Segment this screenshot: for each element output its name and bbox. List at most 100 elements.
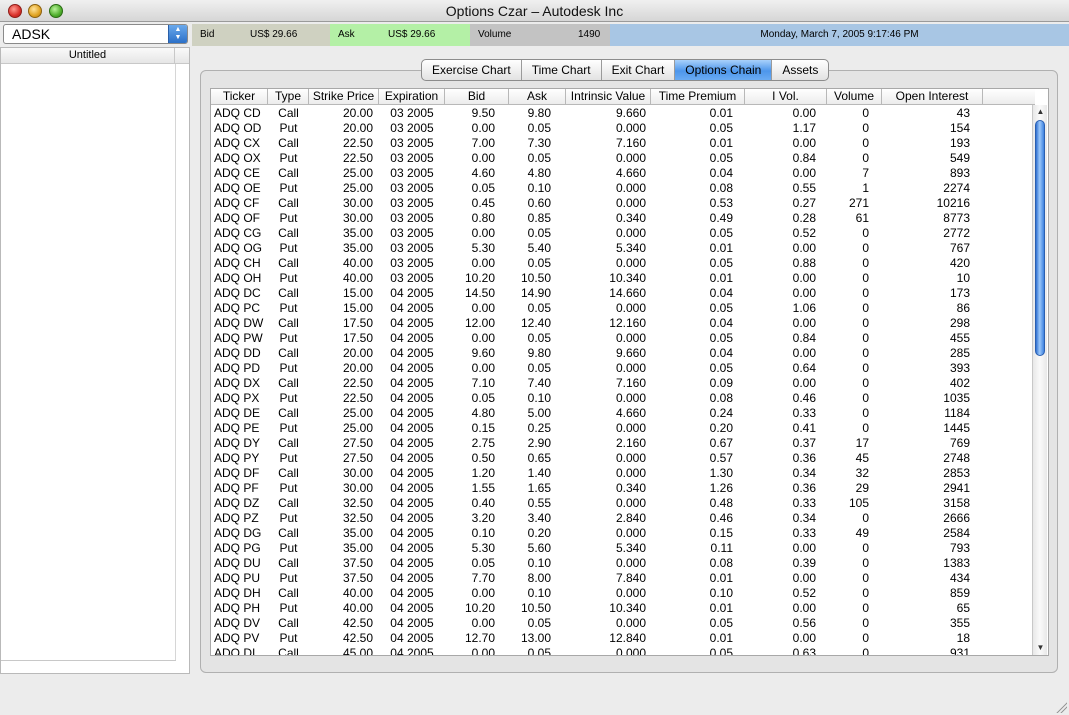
table-row[interactable]: ADQ OX Put 22.50 03 2005 0.00 0.05 0.000 0.05 0.… (211, 151, 1035, 166)
portfolio-list-header[interactable]: Untitled (1, 48, 189, 64)
scroll-thumb[interactable] (1035, 120, 1045, 356)
table-row[interactable]: ADQ OD Put 20.00 03 2005 0.00 0.05 0.000 0.05 1.… (211, 121, 1035, 136)
tab-assets[interactable]: Assets (772, 60, 828, 80)
table-row[interactable]: ADQ DG Call 35.00 04 2005 0.10 0.20 0.000 0.15 0… (211, 526, 1035, 541)
tab-options-chain[interactable]: Options Chain (675, 60, 773, 80)
table-row[interactable]: ADQ PX Put 22.50 04 2005 0.05 0.10 0.000 0.08 0.… (211, 391, 1035, 406)
table-cell: 04 2005 (390, 466, 434, 480)
table-cell: 8.00 (527, 571, 551, 585)
table-cell: Call (278, 316, 299, 330)
table-row[interactable]: ADQ PD Put 20.00 04 2005 0.00 0.05 0.000 0.05 0.… (211, 361, 1035, 376)
table-cell: 17.50 (342, 331, 373, 345)
table-cell: 12.160 (609, 316, 646, 330)
table-cell: 03 2005 (390, 181, 434, 195)
table-row[interactable]: ADQ DD Call 20.00 04 2005 9.60 9.80 9.660 0.04 0… (211, 346, 1035, 361)
column-header-strike-price[interactable]: Strike Price (309, 89, 379, 105)
table-cell: 0.340 (615, 211, 646, 225)
table-cell: 0.55 (527, 496, 551, 510)
up-down-arrows-icon[interactable]: ▲ ▼ (168, 25, 187, 43)
table-row[interactable]: ADQ DE Call 25.00 04 2005 4.80 5.00 4.660 0.24 0… (211, 406, 1035, 421)
table-row[interactable]: ADQ PH Put 40.00 04 2005 10.20 10.50 10.340 0.0… (211, 601, 1035, 616)
table-cell: 7.160 (615, 136, 646, 150)
table-cell: ADQ OD (214, 121, 262, 135)
column-header-filler (983, 89, 1035, 105)
table-cell: 0 (862, 571, 869, 585)
table-cell: 0.05 (709, 616, 733, 630)
table-row[interactable]: ADQ CH Call 40.00 03 2005 0.00 0.05 0.000 0.05 0… (211, 256, 1035, 271)
table-row[interactable]: ADQ CG Call 35.00 03 2005 0.00 0.05 0.000 0.05 0… (211, 226, 1035, 241)
table-cell: 9.80 (527, 106, 551, 120)
table-row[interactable]: ADQ DI Call 45.00 04 2005 0.00 0.05 0.000 0.05 0… (211, 646, 1035, 655)
window-resize-grip-icon[interactable] (1055, 701, 1067, 713)
table-row[interactable]: ADQ CD Call 20.00 03 2005 9.50 9.80 9.660 0.01 0… (211, 106, 1035, 121)
column-header-volume[interactable]: Volume (827, 89, 882, 105)
table-cell: 549 (949, 151, 970, 165)
table-row[interactable]: ADQ OG Put 35.00 03 2005 5.30 5.40 5.340 0.01 0.… (211, 241, 1035, 256)
symbol-select[interactable]: ADSK ▲ ▼ (3, 24, 188, 44)
table-cell: Call (278, 286, 299, 300)
tab-time-chart[interactable]: Time Chart (522, 60, 602, 80)
table-cell: 0.00 (792, 316, 816, 330)
options-chain-table[interactable]: Ticker Type Strike Price Expiration Bid Ask In… (210, 88, 1049, 656)
table-cell: 12.70 (464, 631, 495, 645)
table-cell: 03 2005 (390, 256, 434, 270)
tab-exercise-chart[interactable]: Exercise Chart (422, 60, 522, 80)
table-cell: 0 (862, 331, 869, 345)
table-cell: 0.000 (615, 616, 646, 630)
table-cell: 10.20 (464, 601, 495, 615)
table-row[interactable]: ADQ DU Call 37.50 04 2005 0.05 0.10 0.000 0.08 0… (211, 556, 1035, 571)
table-row[interactable]: ADQ PE Put 25.00 04 2005 0.15 0.25 0.000 0.20 0.… (211, 421, 1035, 436)
scroll-down-arrow-icon[interactable]: ▼ (1033, 641, 1048, 655)
table-row[interactable]: ADQ CF Call 30.00 03 2005 0.45 0.60 0.000 0.53 0… (211, 196, 1035, 211)
table-cell: 04 2005 (390, 556, 434, 570)
table-cell: 03 2005 (390, 151, 434, 165)
table-cell: 0.10 (709, 586, 733, 600)
table-row[interactable]: ADQ PV Put 42.50 04 2005 12.70 13.00 12.840 0.0… (211, 631, 1035, 646)
table-row[interactable]: ADQ DZ Call 32.50 04 2005 0.40 0.55 0.000 0.48 0… (211, 496, 1035, 511)
table-row[interactable]: ADQ OE Put 25.00 03 2005 0.05 0.10 0.000 0.08 0.… (211, 181, 1035, 196)
column-header-i-vol[interactable]: I Vol. (745, 89, 827, 105)
portfolio-list[interactable]: Untitled (0, 47, 190, 674)
column-header-ticker[interactable]: Ticker (211, 89, 268, 105)
table-cell: 27.50 (342, 436, 373, 450)
column-header-ask[interactable]: Ask (509, 89, 566, 105)
scroll-up-arrow-icon[interactable]: ▲ (1033, 105, 1048, 119)
table-row[interactable]: ADQ CE Call 25.00 03 2005 4.60 4.80 4.660 0.04 0… (211, 166, 1035, 181)
table-cell: 42.50 (342, 616, 373, 630)
table-row[interactable]: ADQ PG Put 35.00 04 2005 5.30 5.60 5.340 0.11 0.… (211, 541, 1035, 556)
table-row[interactable]: ADQ DH Call 40.00 04 2005 0.00 0.10 0.000 0.10 0… (211, 586, 1035, 601)
table-cell: 0.00 (471, 226, 495, 240)
table-row[interactable]: ADQ PU Put 37.50 04 2005 7.70 8.00 7.840 0.01 0.… (211, 571, 1035, 586)
table-row[interactable]: ADQ DV Call 42.50 04 2005 0.00 0.05 0.000 0.05 0… (211, 616, 1035, 631)
table-row[interactable]: ADQ PZ Put 32.50 04 2005 3.20 3.40 2.840 0.46 0.… (211, 511, 1035, 526)
table-row[interactable]: ADQ DY Call 27.50 04 2005 2.75 2.90 2.160 0.67 0… (211, 436, 1035, 451)
table-row[interactable]: ADQ OH Put 40.00 03 2005 10.20 10.50 10.340 0.0… (211, 271, 1035, 286)
tab-exit-chart[interactable]: Exit Chart (602, 60, 676, 80)
table-row[interactable]: ADQ PC Put 15.00 04 2005 0.00 0.05 0.000 0.05 1.… (211, 301, 1035, 316)
table-row[interactable]: ADQ CX Call 22.50 03 2005 7.00 7.30 7.160 0.01 0… (211, 136, 1035, 151)
table-cell: 2666 (943, 511, 970, 525)
column-header-open-interest[interactable]: Open Interest (882, 89, 983, 105)
portfolio-list-header-label: Untitled (1, 48, 175, 63)
table-row[interactable]: ADQ PW Put 17.50 04 2005 0.00 0.05 0.000 0.05 0.… (211, 331, 1035, 346)
vertical-scrollbar[interactable]: ▲ ▼ (1032, 105, 1047, 655)
table-row[interactable]: ADQ DF Call 30.00 04 2005 1.20 1.40 0.000 1.30 0… (211, 466, 1035, 481)
table-row[interactable]: ADQ PF Put 30.00 04 2005 1.55 1.65 0.340 1.26 0.… (211, 481, 1035, 496)
table-cell: 393 (949, 361, 970, 375)
column-header-intrinsic-value[interactable]: Intrinsic Value (566, 89, 651, 105)
column-header-time-premium[interactable]: Time Premium (651, 89, 745, 105)
table-row[interactable]: ADQ OF Put 30.00 03 2005 0.80 0.85 0.340 0.49 0.… (211, 211, 1035, 226)
table-cell: ADQ CH (214, 256, 261, 270)
column-header-bid[interactable]: Bid (445, 89, 509, 105)
column-header-expiration[interactable]: Expiration (379, 89, 445, 105)
table-row[interactable]: ADQ DW Call 17.50 04 2005 12.00 12.40 12.160 0.… (211, 316, 1035, 331)
table-cell: 04 2005 (390, 601, 434, 615)
table-cell: 5.340 (615, 241, 646, 255)
table-cell: Call (278, 376, 299, 390)
table-cell: Put (279, 271, 298, 285)
table-row[interactable]: ADQ DC Call 15.00 04 2005 14.50 14.90 14.660 0.… (211, 286, 1035, 301)
table-cell: 14.50 (464, 286, 495, 300)
table-row[interactable]: ADQ PY Put 27.50 04 2005 0.50 0.65 0.000 0.57 0.… (211, 451, 1035, 466)
column-header-type[interactable]: Type (268, 89, 309, 105)
table-row[interactable]: ADQ DX Call 22.50 04 2005 7.10 7.40 7.160 0.09 0… (211, 376, 1035, 391)
